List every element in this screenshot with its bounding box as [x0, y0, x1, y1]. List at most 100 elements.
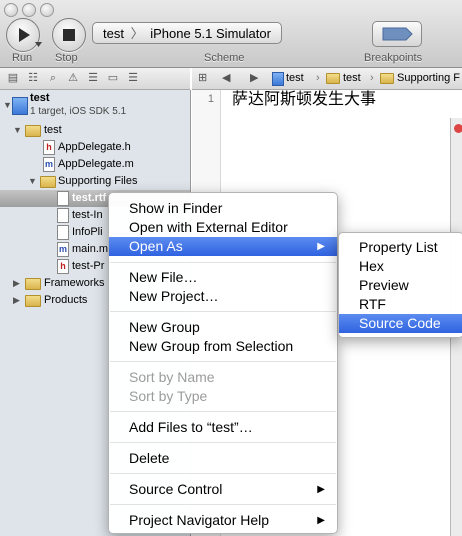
close-window-button[interactable] — [4, 3, 18, 17]
scheme-destination: iPhone 5.1 Simulator — [150, 26, 271, 41]
menu-separator — [110, 473, 336, 474]
disclosure-closed-icon[interactable]: ▶ — [13, 275, 20, 292]
file-label: InfoPli — [72, 226, 103, 238]
file-label: test-In — [72, 209, 103, 221]
submenu-item-source-code[interactable]: Source Code — [339, 314, 462, 333]
search-navigator-icon[interactable]: ⌕ — [46, 71, 60, 85]
folder-icon — [25, 295, 41, 307]
menu-item-add-files[interactable]: Add Files to “test”… — [109, 418, 337, 437]
plist-file-icon — [57, 208, 69, 223]
menu-item-label: Preview — [359, 277, 409, 293]
implementation-file-icon: m — [43, 157, 55, 172]
menu-item-label: Add Files to “test”… — [129, 419, 253, 435]
xcode-project-icon — [272, 72, 284, 86]
menu-item-label: Open with External Editor — [129, 219, 288, 235]
run-menu-triangle-icon[interactable] — [35, 42, 42, 48]
submenu-arrow-icon: ▶ — [317, 241, 325, 252]
header-file-icon: h — [43, 140, 55, 155]
menu-separator — [110, 442, 336, 443]
menu-item-show-in-finder[interactable]: Show in Finder — [109, 199, 337, 218]
crumb-label: test — [343, 72, 361, 84]
project-navigator-icon[interactable]: ▤ — [6, 71, 20, 85]
editor-text[interactable]: 萨达阿斯顿发生大事 — [232, 90, 376, 110]
close-icon[interactable] — [454, 124, 462, 133]
issue-navigator-icon[interactable]: ⚠ — [66, 71, 80, 85]
file-label: test-Pr — [72, 260, 105, 272]
back-arrow-icon[interactable]: ◀ — [222, 68, 230, 89]
scheme-separator-icon: 〉 — [130, 26, 144, 41]
submenu-arrow-icon: ▶ — [317, 484, 325, 495]
folder-icon — [25, 278, 41, 290]
menu-item-label: Delete — [129, 450, 170, 466]
scheme-label: Scheme — [204, 52, 245, 64]
menu-item-new-project[interactable]: New Project… — [109, 287, 337, 306]
menu-item-label: Property List — [359, 239, 438, 255]
file-row-appdelegate-m[interactable]: m AppDelegate.m — [0, 156, 190, 173]
debug-navigator-icon[interactable]: ☰ — [86, 71, 100, 85]
menu-item-label: RTF — [359, 296, 386, 312]
crumb-separator-icon: › — [370, 72, 374, 84]
group-row-supporting-files[interactable]: ▼ Supporting Files — [0, 173, 190, 190]
menu-item-open-external-editor[interactable]: Open with External Editor — [109, 218, 337, 237]
group-row-test[interactable]: ▼ test — [0, 122, 190, 139]
menu-item-new-group-from-selection[interactable]: New Group from Selection — [109, 337, 337, 356]
folder-icon — [25, 125, 41, 137]
file-label: main.m — [72, 243, 109, 255]
zoom-window-button[interactable] — [40, 3, 54, 17]
breakpoint-navigator-icon[interactable]: ▭ — [106, 71, 120, 85]
document-file-icon — [57, 191, 69, 206]
breakpoint-arrow-icon — [382, 27, 413, 41]
navigator-selector-bar: ▤ ☷ ⌕ ⚠ ☰ ▭ ☰ — [0, 68, 190, 90]
log-navigator-icon[interactable]: ☰ — [126, 71, 140, 85]
menu-item-sort-by-type: Sort by Type — [109, 387, 337, 406]
menu-item-label: Project Navigator Help — [129, 512, 270, 528]
breakpoints-button[interactable] — [372, 21, 422, 47]
stop-icon — [63, 29, 75, 41]
context-menu: Show in Finder Open with External Editor… — [108, 192, 338, 534]
menu-item-open-as[interactable]: Open As ▶ — [109, 237, 337, 256]
xcode-project-icon — [12, 97, 28, 115]
menu-item-label: Source Code — [359, 315, 441, 331]
line-number: 1 — [207, 93, 214, 105]
menu-item-label: Hex — [359, 258, 384, 274]
menu-item-delete[interactable]: Delete — [109, 449, 337, 468]
window-toolbar: Run Stop test 〉 iPhone 5.1 Simulator Sch… — [0, 0, 462, 68]
related-files-icon[interactable]: ⊞ — [198, 68, 207, 89]
menu-item-label: Source Control — [129, 481, 223, 497]
disclosure-open-icon[interactable]: ▼ — [3, 97, 12, 114]
crumb-separator-icon: › — [316, 72, 320, 84]
menu-item-label: New Group from Selection — [129, 338, 294, 354]
scheme-selector[interactable]: test 〉 iPhone 5.1 Simulator — [92, 22, 282, 44]
submenu-item-property-list[interactable]: Property List — [339, 238, 462, 257]
submenu-item-rtf[interactable]: RTF — [339, 295, 462, 314]
menu-separator — [110, 361, 336, 362]
disclosure-open-icon[interactable]: ▼ — [28, 173, 37, 190]
menu-item-sort-by-name: Sort by Name — [109, 368, 337, 387]
menu-item-label: New Project… — [129, 288, 219, 304]
group-label: Frameworks — [44, 277, 105, 289]
stop-label: Stop — [55, 52, 78, 64]
submenu-item-hex[interactable]: Hex — [339, 257, 462, 276]
minimize-window-button[interactable] — [22, 3, 36, 17]
menu-item-new-file[interactable]: New File… — [109, 268, 337, 287]
folder-icon — [40, 176, 56, 188]
disclosure-closed-icon[interactable]: ▶ — [13, 292, 20, 309]
folder-icon — [326, 73, 340, 84]
menu-item-source-control[interactable]: Source Control ▶ — [109, 480, 337, 499]
menu-item-label: Open As — [129, 238, 183, 254]
stop-button[interactable] — [52, 18, 86, 52]
breakpoints-label: Breakpoints — [364, 52, 423, 64]
submenu-item-preview[interactable]: Preview — [339, 276, 462, 295]
menu-item-label: Sort by Name — [129, 369, 215, 385]
forward-arrow-icon[interactable]: ▶ — [250, 68, 258, 89]
file-row-appdelegate-h[interactable]: h AppDelegate.h — [0, 139, 190, 156]
group-label: Supporting Files — [58, 175, 138, 187]
menu-item-project-navigator-help[interactable]: Project Navigator Help ▶ — [109, 511, 337, 530]
menu-item-new-group[interactable]: New Group — [109, 318, 337, 337]
file-label: AppDelegate.h — [58, 141, 131, 153]
symbol-navigator-icon[interactable]: ☷ — [26, 71, 40, 85]
disclosure-open-icon[interactable]: ▼ — [13, 122, 22, 139]
menu-separator — [110, 504, 336, 505]
folder-icon — [380, 73, 394, 84]
project-root-row[interactable]: ▼ test 1 target, iOS SDK 5.1 — [0, 92, 190, 120]
